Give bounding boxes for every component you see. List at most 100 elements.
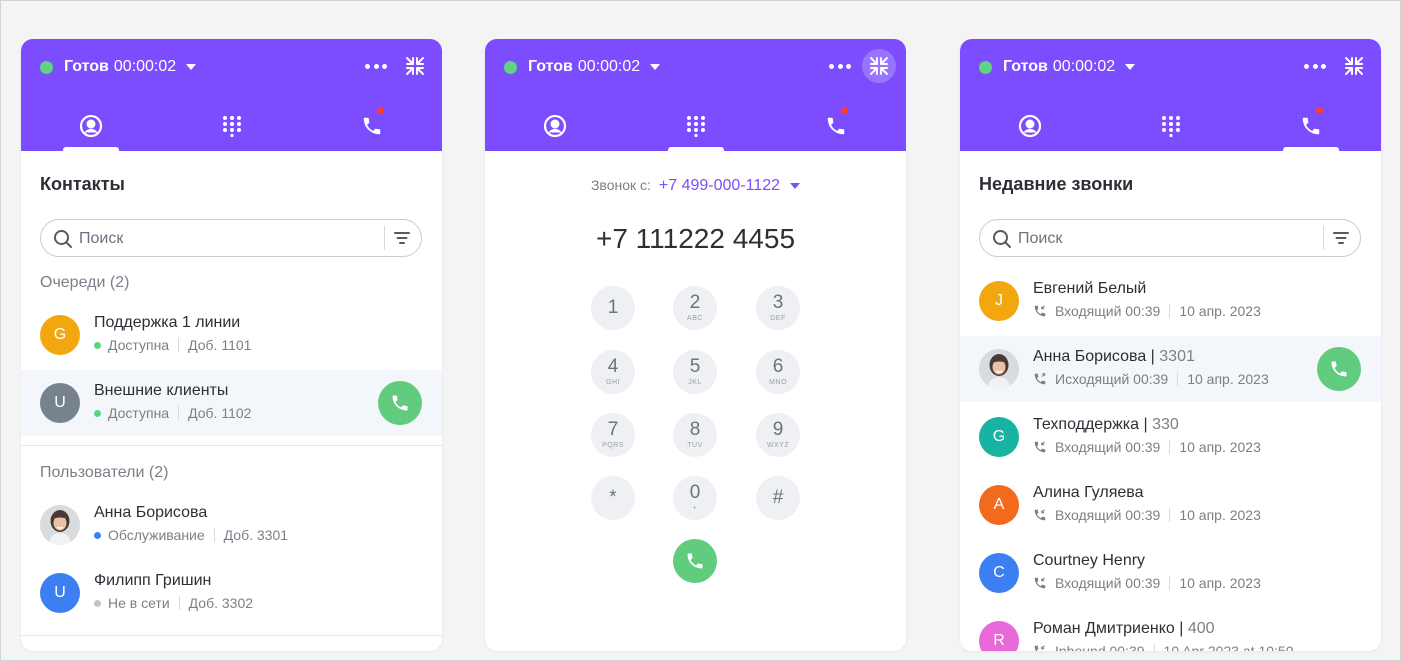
caller-id-selector[interactable]: Звонок с: +7 499-000-1122 <box>485 177 906 195</box>
contact-status: Доступна <box>108 337 170 353</box>
dialpad-key[interactable]: 4 GHI <box>591 350 635 394</box>
tab-contacts[interactable] <box>525 101 585 151</box>
dialpad-key[interactable]: 6 MNO <box>756 350 800 394</box>
recent-calls-panel: Готов 00:00:02 Недавние звонки Поиск J Е… <box>960 39 1381 651</box>
list-item[interactable]: G Техподдержка | 330 Входящий 00:39 10 а… <box>960 404 1381 470</box>
tab-contacts[interactable] <box>1000 101 1060 151</box>
key-digit: 2 <box>689 292 701 313</box>
dialpad-key[interactable]: 8 TUV <box>673 413 717 457</box>
call-meta: Входящий 00:39 10 апр. 2023 <box>1033 575 1261 591</box>
caller-name-text: Алина Гуляева <box>1033 484 1144 501</box>
status-selector[interactable]: Готов 00:00:02 <box>979 56 1136 78</box>
status-label: Готов <box>64 58 109 75</box>
key-letters: GHI <box>606 379 620 386</box>
dialpad-key[interactable]: 9 WXYZ <box>756 413 800 457</box>
call-meta: Входящий 00:39 10 апр. 2023 <box>1033 439 1261 455</box>
dialpad-icon <box>1162 116 1180 137</box>
incoming-call-icon <box>1033 644 1047 651</box>
contact-status: Доступна <box>108 405 170 421</box>
contact-name: Анна Борисова <box>94 504 208 521</box>
dialpad-key[interactable]: # <box>756 476 800 520</box>
dialpad-key[interactable]: * <box>591 476 635 520</box>
tab-dialpad[interactable] <box>202 101 262 151</box>
status-selector[interactable]: Готов 00:00:02 <box>504 56 661 78</box>
search-input[interactable]: Поиск <box>40 219 422 257</box>
list-item[interactable]: R Роман Дмитриенко | 400 Inbound 00:39 1… <box>960 608 1381 651</box>
status-selector[interactable]: Готов 00:00:02 <box>40 56 197 78</box>
dialpad-key[interactable]: 1 <box>591 286 635 330</box>
dialpad-key[interactable]: 2 ABC <box>673 286 717 330</box>
call-button[interactable] <box>378 381 422 425</box>
contact-ext: Доб. 3302 <box>188 595 254 611</box>
list-item[interactable]: A Алина Гуляева Входящий 00:39 10 апр. 2… <box>960 472 1381 538</box>
collapse-icon[interactable] <box>862 49 896 83</box>
call-button[interactable] <box>1317 347 1361 391</box>
caller-name: Courtney Henry <box>1033 552 1145 570</box>
caret-down-icon <box>790 183 801 190</box>
dialpad-key[interactable]: 7 PQRS <box>591 413 635 457</box>
key-letters: DEF <box>770 315 786 322</box>
more-dots-icon[interactable] <box>1304 58 1326 74</box>
collapse-icon[interactable] <box>398 49 432 83</box>
tab-recent-calls[interactable] <box>806 101 866 151</box>
dialpad-key[interactable]: 5 JKL <box>673 350 717 394</box>
caller-ext: 3301 <box>1159 348 1195 365</box>
tab-recent-calls[interactable] <box>1281 101 1341 151</box>
avatar: R <box>979 621 1019 651</box>
list-item[interactable]: U Филипп Гришин Не в сети Доб. 3302 <box>21 560 442 626</box>
missed-call-badge <box>1316 107 1323 114</box>
filter-icon[interactable] <box>394 230 410 246</box>
search-input[interactable]: Поиск <box>979 219 1361 257</box>
list-item[interactable]: Анна Борисова Обслуживание Доб. 3301 <box>21 492 442 558</box>
avatar: J <box>979 281 1019 321</box>
status-label: Готов <box>1003 58 1048 75</box>
list-item[interactable]: J Евгений Белый Входящий 00:39 10 апр. 2… <box>960 268 1381 334</box>
list-item[interactable]: G Поддержка 1 линии Доступна Доб. 1101 <box>21 302 442 368</box>
contact-ext: Доб. 1101 <box>188 337 252 353</box>
collapse-icon[interactable] <box>1337 49 1371 83</box>
key-letters: + <box>692 505 698 512</box>
more-dots-icon[interactable] <box>829 58 851 74</box>
status-dot <box>94 531 101 539</box>
key-digit: # <box>772 486 784 508</box>
list-item[interactable]: Анна Борисова | 3301 Исходящий 00:39 10 … <box>960 336 1381 402</box>
avatar: A <box>979 485 1019 525</box>
contact-meta: Доступна Доб. 1101 <box>94 337 251 353</box>
dialpad-icon <box>687 116 705 137</box>
call-info: Inbound 00:39 <box>1055 643 1145 651</box>
panel-header: Готов 00:00:02 <box>485 39 906 151</box>
caller-name: Техподдержка | 330 <box>1033 416 1179 434</box>
caller-name-text: Евгений Белый <box>1033 280 1147 297</box>
call-date: 10 Apr 2023 at 10:50 <box>1163 643 1294 651</box>
tab-recent-calls[interactable] <box>342 101 402 151</box>
dialpad-key[interactable]: 0 + <box>673 476 717 520</box>
divider <box>178 596 180 610</box>
page-title: Недавние звонки <box>979 174 1134 194</box>
contacts-panel: Готов 00:00:02 Контакты Поиск Очереди (2… <box>21 39 442 651</box>
filter-icon[interactable] <box>1333 230 1349 246</box>
list-item[interactable]: U Внешние клиенты Доступна Доб. 1102 <box>21 370 442 436</box>
key-letters: ABC <box>687 315 703 322</box>
key-digit: 5 <box>689 356 701 377</box>
caller-name: Роман Дмитриенко | 400 <box>1033 620 1215 638</box>
more-dots-icon[interactable] <box>365 58 387 74</box>
tab-bar <box>485 101 906 151</box>
tab-dialpad[interactable] <box>1141 101 1201 151</box>
call-meta: Inbound 00:39 10 Apr 2023 at 10:50 <box>1033 643 1294 651</box>
dialed-number[interactable]: +7 111222 4455 <box>485 223 906 255</box>
tab-dialpad[interactable] <box>666 101 726 151</box>
contact-status: Не в сети <box>108 595 170 611</box>
call-meta: Исходящий 00:39 10 апр. 2023 <box>1033 371 1269 387</box>
call-date: 10 апр. 2023 <box>1187 371 1269 387</box>
caller-id-label: Звонок с: <box>590 177 651 193</box>
search-divider <box>1323 226 1324 250</box>
status-dot <box>94 409 101 417</box>
caret-down-icon <box>186 64 197 70</box>
outgoing-call-icon <box>1033 372 1047 386</box>
key-digit: 9 <box>772 419 784 440</box>
status-dot <box>94 599 101 607</box>
dialpad-key[interactable]: 3 DEF <box>756 286 800 330</box>
tab-contacts[interactable] <box>61 101 121 151</box>
list-item[interactable]: C Courtney Henry Входящий 00:39 10 апр. … <box>960 540 1381 606</box>
call-button[interactable] <box>673 539 717 583</box>
